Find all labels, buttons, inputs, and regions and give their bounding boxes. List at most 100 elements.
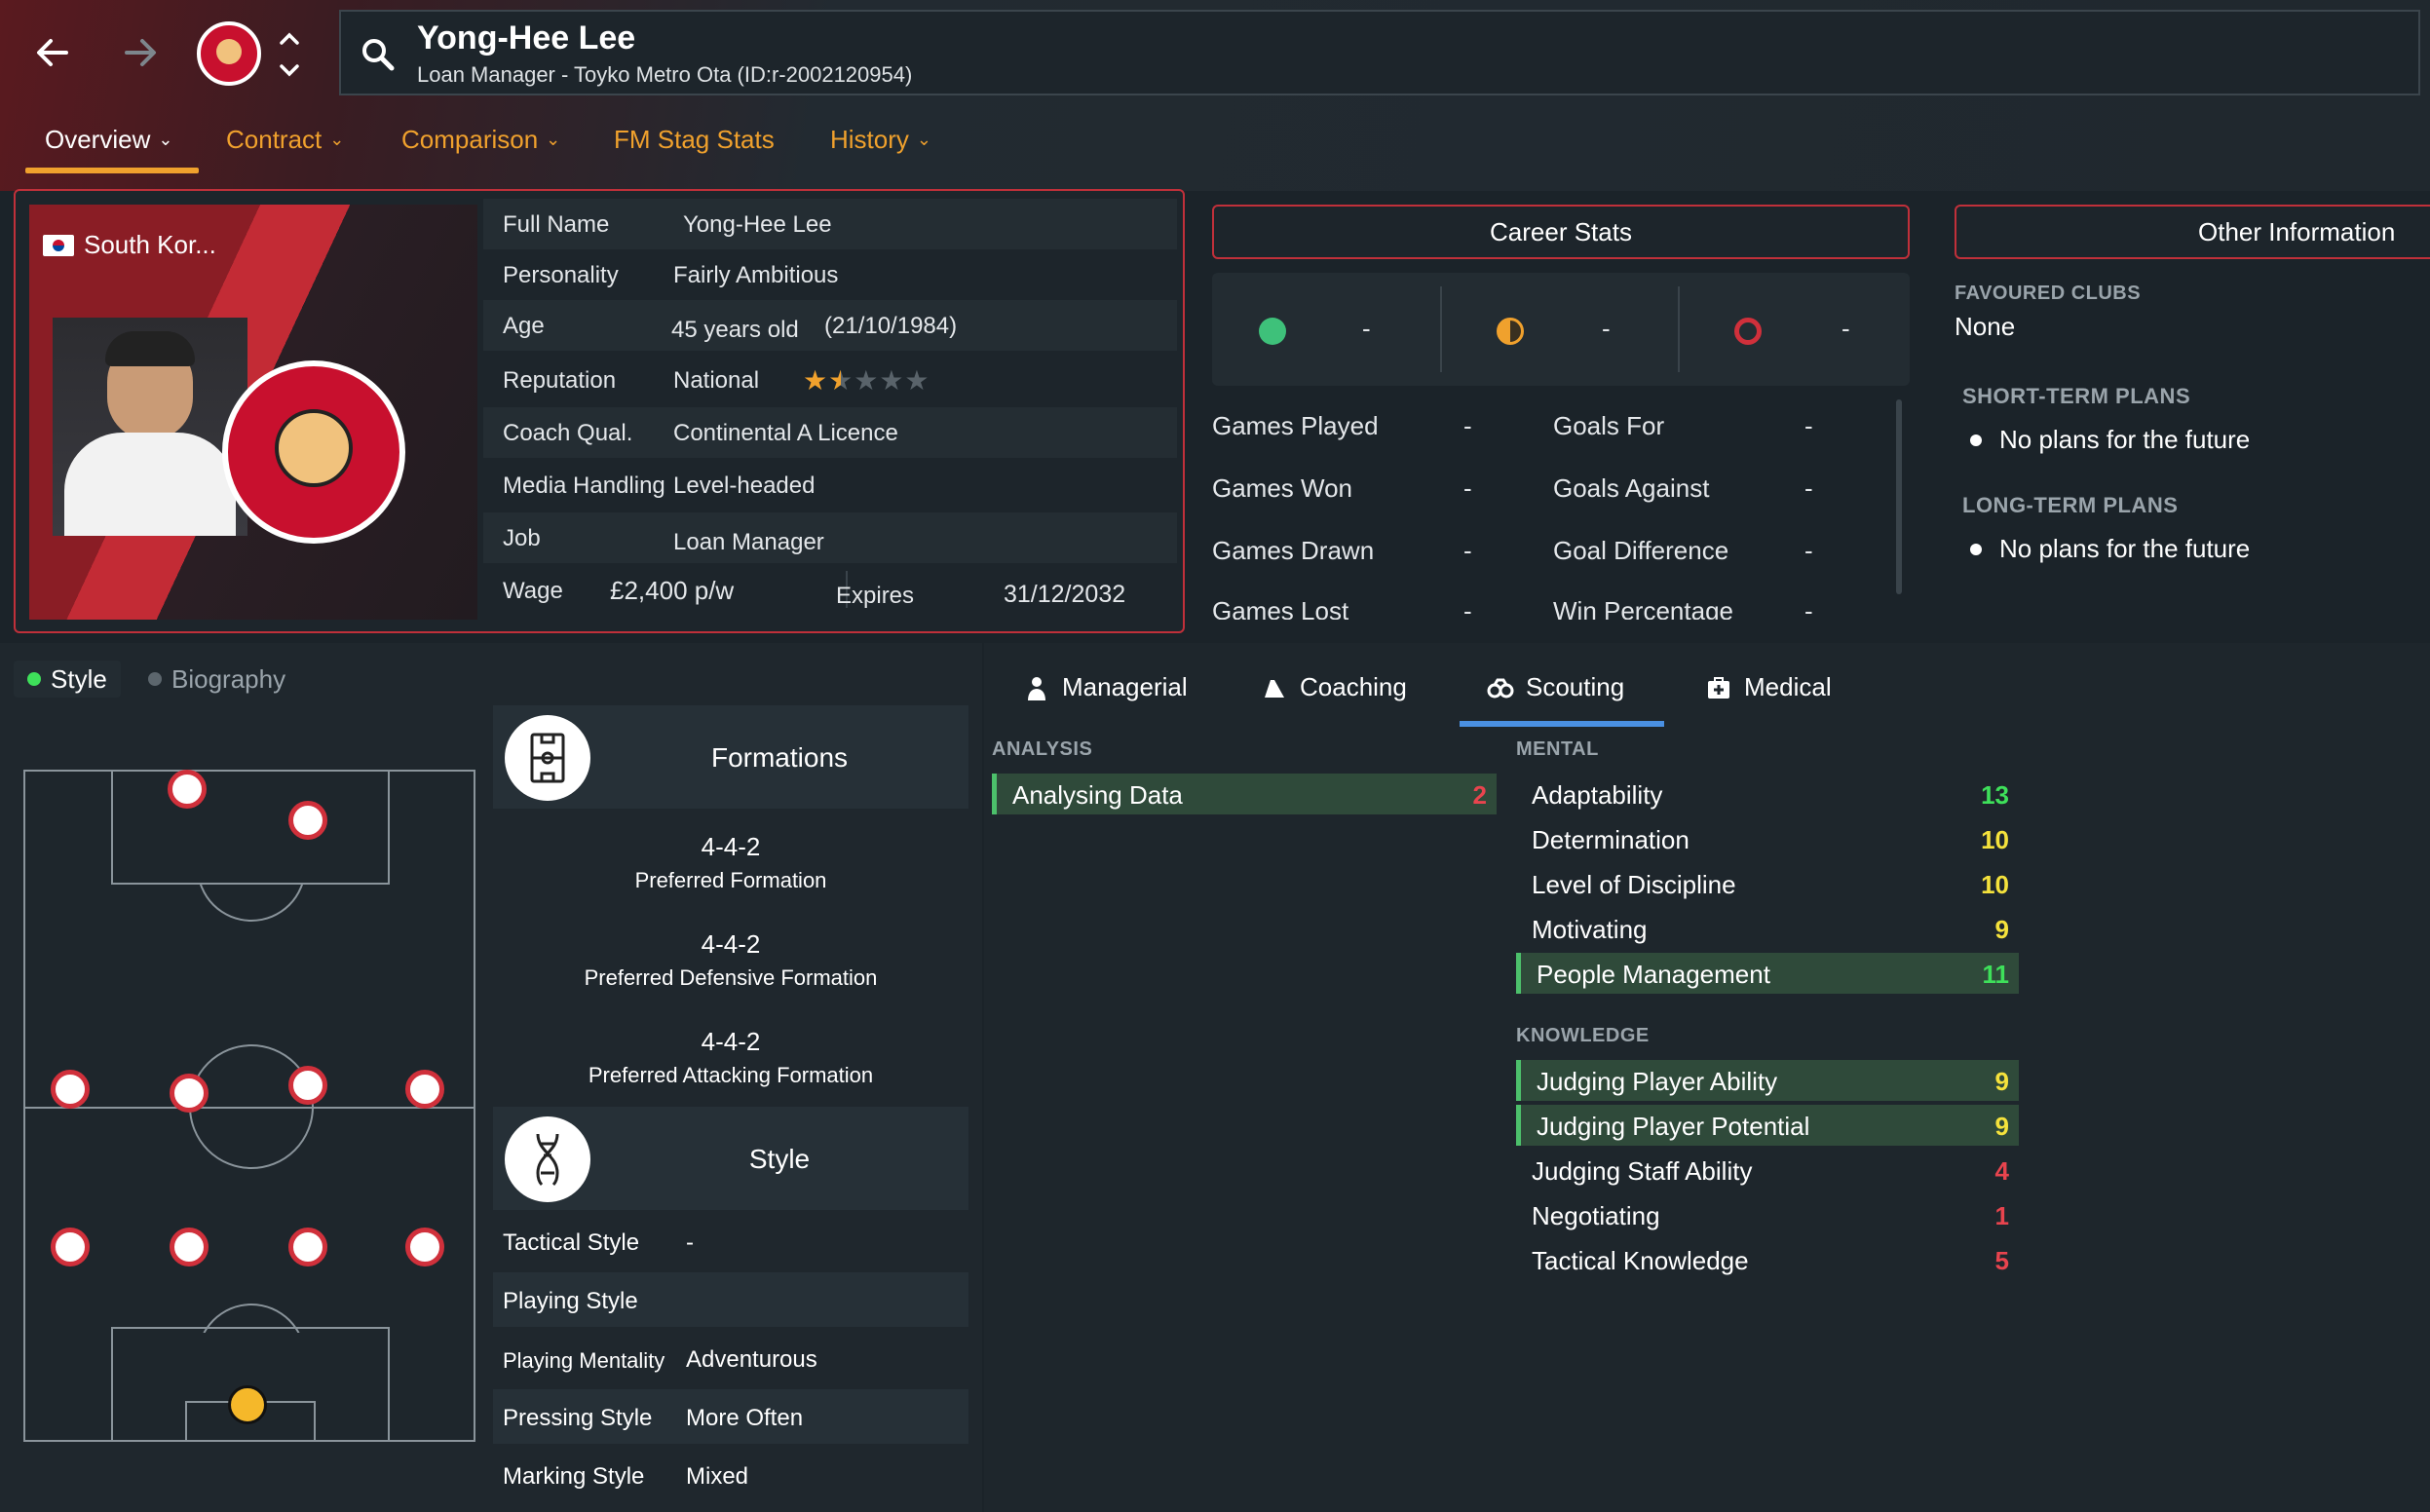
analysis-label: ANALYSIS: [992, 738, 1093, 760]
playing-style-row: Playing Style: [493, 1272, 968, 1327]
divider: [1440, 286, 1442, 372]
mental-label: MENTAL: [1516, 738, 1599, 760]
player-position-defender[interactable]: [288, 1228, 327, 1266]
player-position-midfielder[interactable]: [170, 1074, 209, 1113]
draws-value: -: [1602, 314, 1611, 343]
reputation-value: National: [673, 367, 760, 394]
tab-fm-stag-stats[interactable]: FM Stag Stats: [614, 125, 775, 155]
chevron-down-icon: ⌄: [546, 130, 561, 149]
active-tab-indicator: [1460, 721, 1664, 727]
age-row: Age 45 years old (21/10/1984): [483, 300, 1177, 351]
attribute-value: 1: [1994, 1201, 2009, 1230]
club-badge-large: [222, 360, 405, 544]
player-position-forward[interactable]: [168, 770, 207, 809]
style-title: Style: [748, 1144, 811, 1174]
club-badge[interactable]: [197, 21, 261, 86]
tab-label: Scouting: [1526, 672, 1625, 701]
reputation-stars: ★★★★★: [803, 365, 930, 396]
tab-label: Managerial: [1062, 672, 1188, 701]
scrollbar[interactable]: [1896, 399, 1902, 594]
tab-biography[interactable]: Biography: [144, 661, 300, 698]
attribute-row[interactable]: Judging Player Ability 9: [1516, 1060, 2019, 1101]
attribute-row[interactable]: Negotiating 1: [1516, 1194, 2019, 1235]
tab-medical[interactable]: Medical: [1705, 672, 1832, 702]
tab-label: Coaching: [1300, 672, 1407, 701]
attribute-row[interactable]: Adaptability 13: [1516, 774, 2019, 814]
tab-overview[interactable]: Overview ⌄: [45, 125, 172, 155]
attribute-value: 13: [1981, 780, 2009, 810]
attribute-row[interactable]: Level of Discipline 10: [1516, 863, 2019, 904]
attribute-row[interactable]: Tactical Knowledge 5: [1516, 1239, 2019, 1280]
tab-style[interactable]: Style: [14, 661, 121, 698]
forward-button[interactable]: [109, 21, 171, 84]
attribute-name: Motivating: [1532, 915, 1648, 944]
attribute-name: Judging Player Ability: [1537, 1067, 1778, 1096]
stat-label: Win Percentage: [1553, 596, 1733, 620]
player-position-defender[interactable]: [405, 1228, 444, 1266]
label: Coach Qual.: [503, 420, 633, 446]
attribute-row[interactable]: Analysing Data 2: [992, 774, 1497, 814]
player-position-forward[interactable]: [288, 801, 327, 840]
label: Personality: [503, 262, 619, 288]
player-position-defender[interactable]: [51, 1228, 90, 1266]
top-penalty-box: [111, 772, 390, 885]
value: -: [686, 1229, 694, 1256]
search-bar[interactable]: Yong-Hee Lee Loan Manager - Toyko Metro …: [339, 10, 2420, 95]
tab-coaching[interactable]: Coaching: [1261, 672, 1407, 702]
nationality[interactable]: South Kor...: [43, 230, 216, 260]
attribute-name: Judging Player Potential: [1537, 1112, 1810, 1141]
tab-contract[interactable]: Contract ⌄: [226, 125, 344, 155]
attribute-value: 5: [1994, 1246, 2009, 1275]
full-name-value: Yong-Hee Lee: [683, 211, 832, 238]
tab-history[interactable]: History ⌄: [830, 125, 931, 155]
arrow-left-icon: [37, 39, 68, 66]
club-switch-stepper[interactable]: [275, 25, 304, 84]
attribute-row[interactable]: Motivating 9: [1516, 908, 2019, 949]
other-info-header[interactable]: Other Information: [1955, 205, 2430, 259]
chevron-down-icon: ⌄: [329, 130, 345, 149]
value: Adventurous: [686, 1346, 817, 1373]
person-icon: [1028, 676, 1045, 700]
player-position-midfielder[interactable]: [288, 1066, 327, 1105]
medical-kit-icon: [1708, 676, 1729, 699]
expires-value: 31/12/2032: [1004, 581, 1126, 608]
formation-value: 4-4-2: [701, 1027, 761, 1056]
stat-label: Goal Difference: [1553, 536, 1729, 565]
formation-icon: [505, 715, 590, 801]
career-stats-list[interactable]: Games Played - Goals For - Games Won - G…: [1212, 394, 1910, 620]
attribute-row[interactable]: Judging Staff Ability 4: [1516, 1150, 2019, 1191]
formation-desc: Preferred Attacking Formation: [588, 1063, 874, 1087]
draw-icon: [1497, 318, 1524, 345]
whistle-icon: [1265, 679, 1284, 698]
player-position-midfielder[interactable]: [405, 1070, 444, 1109]
player-position-goalkeeper[interactable]: [228, 1385, 267, 1424]
flag-icon: [43, 234, 74, 256]
label: Age: [503, 313, 545, 339]
career-summary: - - -: [1212, 273, 1910, 386]
job-row: Job Loan Manager: [483, 512, 1177, 563]
label: Playing Style: [503, 1288, 638, 1314]
chevron-down-icon: ⌄: [158, 130, 173, 149]
attribute-value: 11: [1982, 960, 2010, 989]
arrow-right-icon: [125, 39, 156, 66]
pressing-style-row: Pressing Style More Often: [493, 1389, 968, 1444]
label: Tactical Style: [503, 1229, 640, 1256]
back-button[interactable]: [21, 21, 84, 84]
value: More Often: [686, 1405, 804, 1431]
inactive-dot-icon: [148, 672, 162, 686]
attribute-row[interactable]: People Management 11: [1516, 953, 2019, 994]
tab-comparison[interactable]: Comparison ⌄: [401, 125, 560, 155]
attribute-row[interactable]: Determination 10: [1516, 818, 2019, 859]
loss-icon: [1734, 318, 1762, 345]
career-stats-header[interactable]: Career Stats: [1212, 205, 1910, 259]
attribute-row[interactable]: Judging Player Potential 9: [1516, 1105, 2019, 1146]
label: Playing Mentality: [503, 1348, 665, 1373]
tab-scouting[interactable]: Scouting: [1487, 672, 1624, 702]
tab-managerial[interactable]: Managerial: [1023, 672, 1188, 702]
player-position-defender[interactable]: [170, 1228, 209, 1266]
wins-value: -: [1362, 314, 1371, 343]
formations-header: Formations: [493, 705, 968, 809]
formations-title: Formations: [710, 742, 849, 773]
personality-value: Fairly Ambitious: [673, 262, 839, 288]
player-position-midfielder[interactable]: [51, 1070, 90, 1109]
